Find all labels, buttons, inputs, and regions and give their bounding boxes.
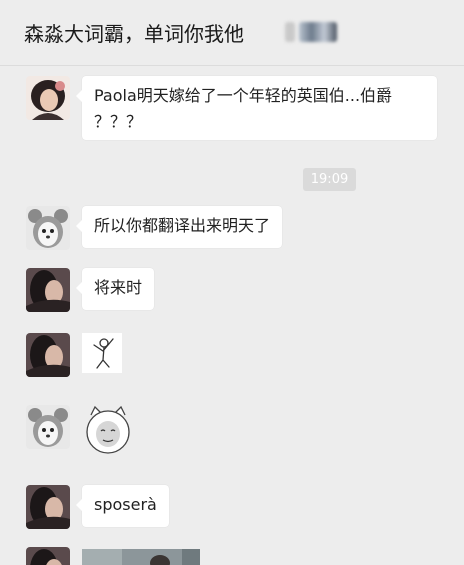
message-text: 所以你都翻译出来明天了	[94, 216, 271, 235]
puppy-mouse-avatar[interactable]	[26, 405, 70, 449]
dark-hair-avatar[interactable]	[26, 485, 70, 529]
round-face-meme-sticker[interactable]	[82, 405, 134, 455]
photo-preview[interactable]	[82, 549, 200, 565]
message-bubble[interactable]: Paola明天嫁给了一个年轻的英国伯...伯爵 ？？？	[76, 76, 437, 140]
blurred-emoji	[285, 22, 295, 42]
timestamp-badge: 19:09	[303, 168, 356, 191]
girl-avatar[interactable]	[26, 76, 70, 120]
message-text: 将来时	[94, 278, 143, 297]
puppy-mouse-avatar[interactable]	[26, 206, 70, 250]
message-bubble[interactable]: 将来时	[75, 268, 155, 310]
dark-hair-avatar[interactable]	[26, 333, 70, 377]
dark-hair-avatar[interactable]	[26, 547, 70, 565]
chat-title[interactable]: 森淼大词霸，单词你我他	[24, 18, 244, 47]
chat-header: 森淼大词霸，单词你我他	[0, 0, 464, 66]
message-bubble[interactable]: 所以你都翻译出来明天了	[75, 206, 283, 248]
dark-hair-avatar[interactable]	[26, 268, 70, 312]
message-bubble[interactable]: sposerà	[76, 485, 169, 527]
dancing-stick-figure-sticker[interactable]	[82, 333, 122, 373]
message-text: Paola明天嫁给了一个年轻的英国伯...伯爵	[94, 86, 393, 105]
blurred-emoji	[299, 22, 337, 42]
message-text: ？？？	[94, 112, 143, 131]
message-text: sposerà	[94, 495, 157, 514]
